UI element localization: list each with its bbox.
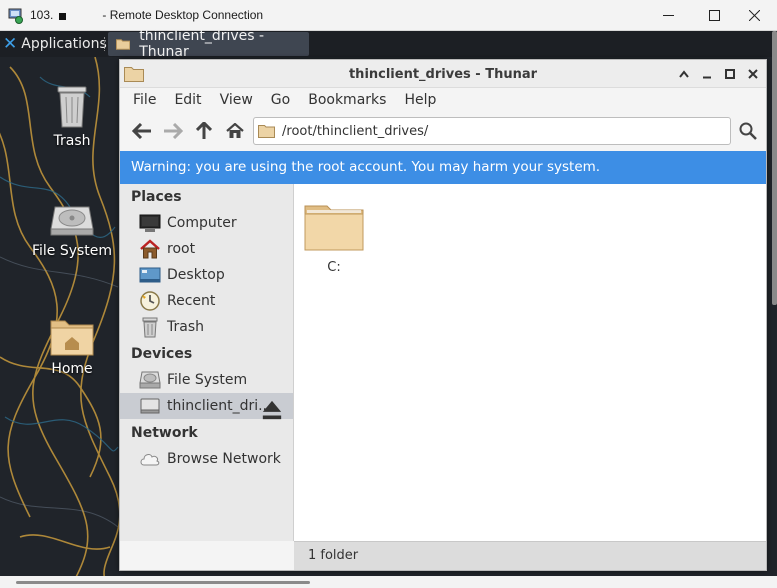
search-button[interactable]	[736, 119, 760, 143]
eject-icon[interactable]	[261, 399, 283, 421]
xfce-logo-icon: ✕	[3, 34, 18, 54]
scrollbar-thumb[interactable]	[16, 581, 310, 584]
sidebar-item-thinclient-drives[interactable]: thinclient_dri...	[120, 393, 293, 421]
thunar-window: thinclient_drives - Thunar File Edit Vie…	[119, 59, 767, 571]
location-input[interactable]	[282, 123, 702, 139]
sidebar-item-recent[interactable]: Recent	[120, 288, 293, 314]
thunar-title-bar[interactable]: thinclient_drives - Thunar	[120, 60, 766, 88]
hard-drive-icon	[50, 206, 94, 236]
taskbar-window-title: thinclient_drives - Thunar	[139, 28, 265, 60]
menu-go[interactable]: Go	[262, 88, 299, 112]
maximize-icon	[708, 10, 720, 21]
computer-icon	[139, 214, 161, 232]
menu-edit[interactable]: Edit	[165, 88, 210, 112]
menu-help[interactable]: Help	[395, 88, 445, 112]
folder-icon	[258, 125, 275, 138]
home-folder-icon	[50, 320, 94, 356]
rdp-window-title: 103. - Remote Desktop Connection	[30, 8, 264, 22]
search-icon	[739, 122, 757, 140]
desktop-icon-label: Home	[51, 361, 93, 377]
sidebar-heading-network: Network	[131, 425, 198, 441]
file-view[interactable]: C:	[294, 184, 766, 541]
sidebar-item-label: Computer	[167, 215, 237, 231]
thunar-close-button[interactable]	[746, 66, 760, 82]
sidebar-item-label: Browse Network	[167, 451, 281, 467]
root-warning-banner: Warning: you are using the root account.…	[120, 151, 766, 184]
remote-desktop-icon	[8, 8, 23, 24]
arrow-right-icon	[164, 123, 183, 139]
arrow-up-icon	[196, 122, 212, 139]
sidebar: Places Computer root Desktop Recent Tras…	[120, 184, 294, 541]
sidebar-item-label: thinclient_dri...	[167, 398, 272, 414]
sidebar-item-label: Desktop	[167, 267, 225, 283]
home-icon	[140, 239, 160, 259]
desktop-icon-file-system[interactable]: File System	[22, 203, 122, 259]
menu-view[interactable]: View	[211, 88, 262, 112]
toolbar	[120, 114, 766, 148]
forward-button[interactable]	[160, 118, 186, 144]
location-bar[interactable]	[253, 117, 731, 145]
menu-bar: File Edit View Go Bookmarks Help	[120, 88, 766, 112]
thunar-window-title: thinclient_drives - Thunar	[348, 67, 538, 82]
sidebar-item-label: Trash	[167, 319, 204, 335]
home-icon	[226, 123, 244, 138]
sidebar-heading-places: Places	[131, 189, 182, 205]
applications-menu-button[interactable]: ✕ Applications	[0, 31, 107, 57]
recent-clock-icon	[140, 291, 160, 311]
sidebar-item-label: Recent	[167, 293, 216, 309]
rdp-horizontal-scrollbar[interactable]	[0, 576, 777, 588]
home-button[interactable]	[222, 118, 248, 144]
taskbar-window-button[interactable]: thinclient_drives - Thunar	[108, 28, 309, 60]
hard-drive-icon	[139, 371, 161, 389]
status-bar: 1 folder	[294, 541, 766, 570]
arrow-left-icon	[132, 123, 151, 139]
desktop-icon	[139, 267, 161, 283]
folder-icon	[304, 205, 364, 251]
thunar-minimize-button[interactable]	[700, 66, 714, 82]
trash-icon	[57, 86, 87, 128]
minimize-button[interactable]	[645, 0, 691, 31]
desktop-icon-label: Trash	[53, 133, 91, 149]
shade-button[interactable]	[677, 66, 691, 82]
sidebar-item-root[interactable]: root	[120, 236, 293, 262]
panel-separator	[104, 37, 106, 51]
file-item-label: C:	[327, 260, 341, 275]
drive-icon	[140, 398, 160, 414]
sidebar-item-computer[interactable]: Computer	[120, 210, 293, 236]
chevron-up-icon	[679, 70, 689, 78]
rdp-vertical-scrollbar[interactable]	[772, 31, 777, 305]
back-button[interactable]	[129, 118, 155, 144]
folder-icon	[116, 39, 131, 50]
cloud-icon	[140, 454, 160, 466]
close-icon	[748, 10, 760, 21]
sidebar-item-desktop[interactable]: Desktop	[120, 262, 293, 288]
minimize-icon	[703, 76, 711, 79]
xfce-panel: ✕ Applications thinclient_drives - Thuna…	[0, 28, 777, 60]
trash-icon	[142, 317, 158, 338]
applications-label: Applications	[21, 36, 107, 52]
thunar-maximize-button[interactable]	[723, 66, 737, 82]
sidebar-heading-devices: Devices	[131, 346, 193, 362]
up-button[interactable]	[191, 118, 217, 144]
rdp-title-bar: 103. - Remote Desktop Connection	[0, 0, 777, 31]
desktop-icon-label: File System	[31, 243, 113, 259]
menu-file[interactable]: File	[124, 88, 165, 112]
close-button[interactable]	[731, 0, 777, 31]
desktop-icon-home[interactable]: Home	[22, 317, 122, 377]
menu-bookmarks[interactable]: Bookmarks	[299, 88, 395, 112]
desktop-icon-trash[interactable]: Trash	[22, 83, 122, 149]
sidebar-item-label: File System	[167, 372, 248, 388]
file-item-folder[interactable]: C:	[302, 200, 366, 275]
close-icon	[748, 69, 758, 79]
sidebar-item-browse-network[interactable]: Browse Network	[120, 446, 293, 472]
minimize-icon	[662, 15, 674, 16]
sidebar-item-label: root	[167, 241, 196, 257]
maximize-icon	[725, 69, 735, 79]
sidebar-item-trash[interactable]: Trash	[120, 314, 293, 340]
sidebar-item-file-system[interactable]: File System	[120, 367, 293, 393]
